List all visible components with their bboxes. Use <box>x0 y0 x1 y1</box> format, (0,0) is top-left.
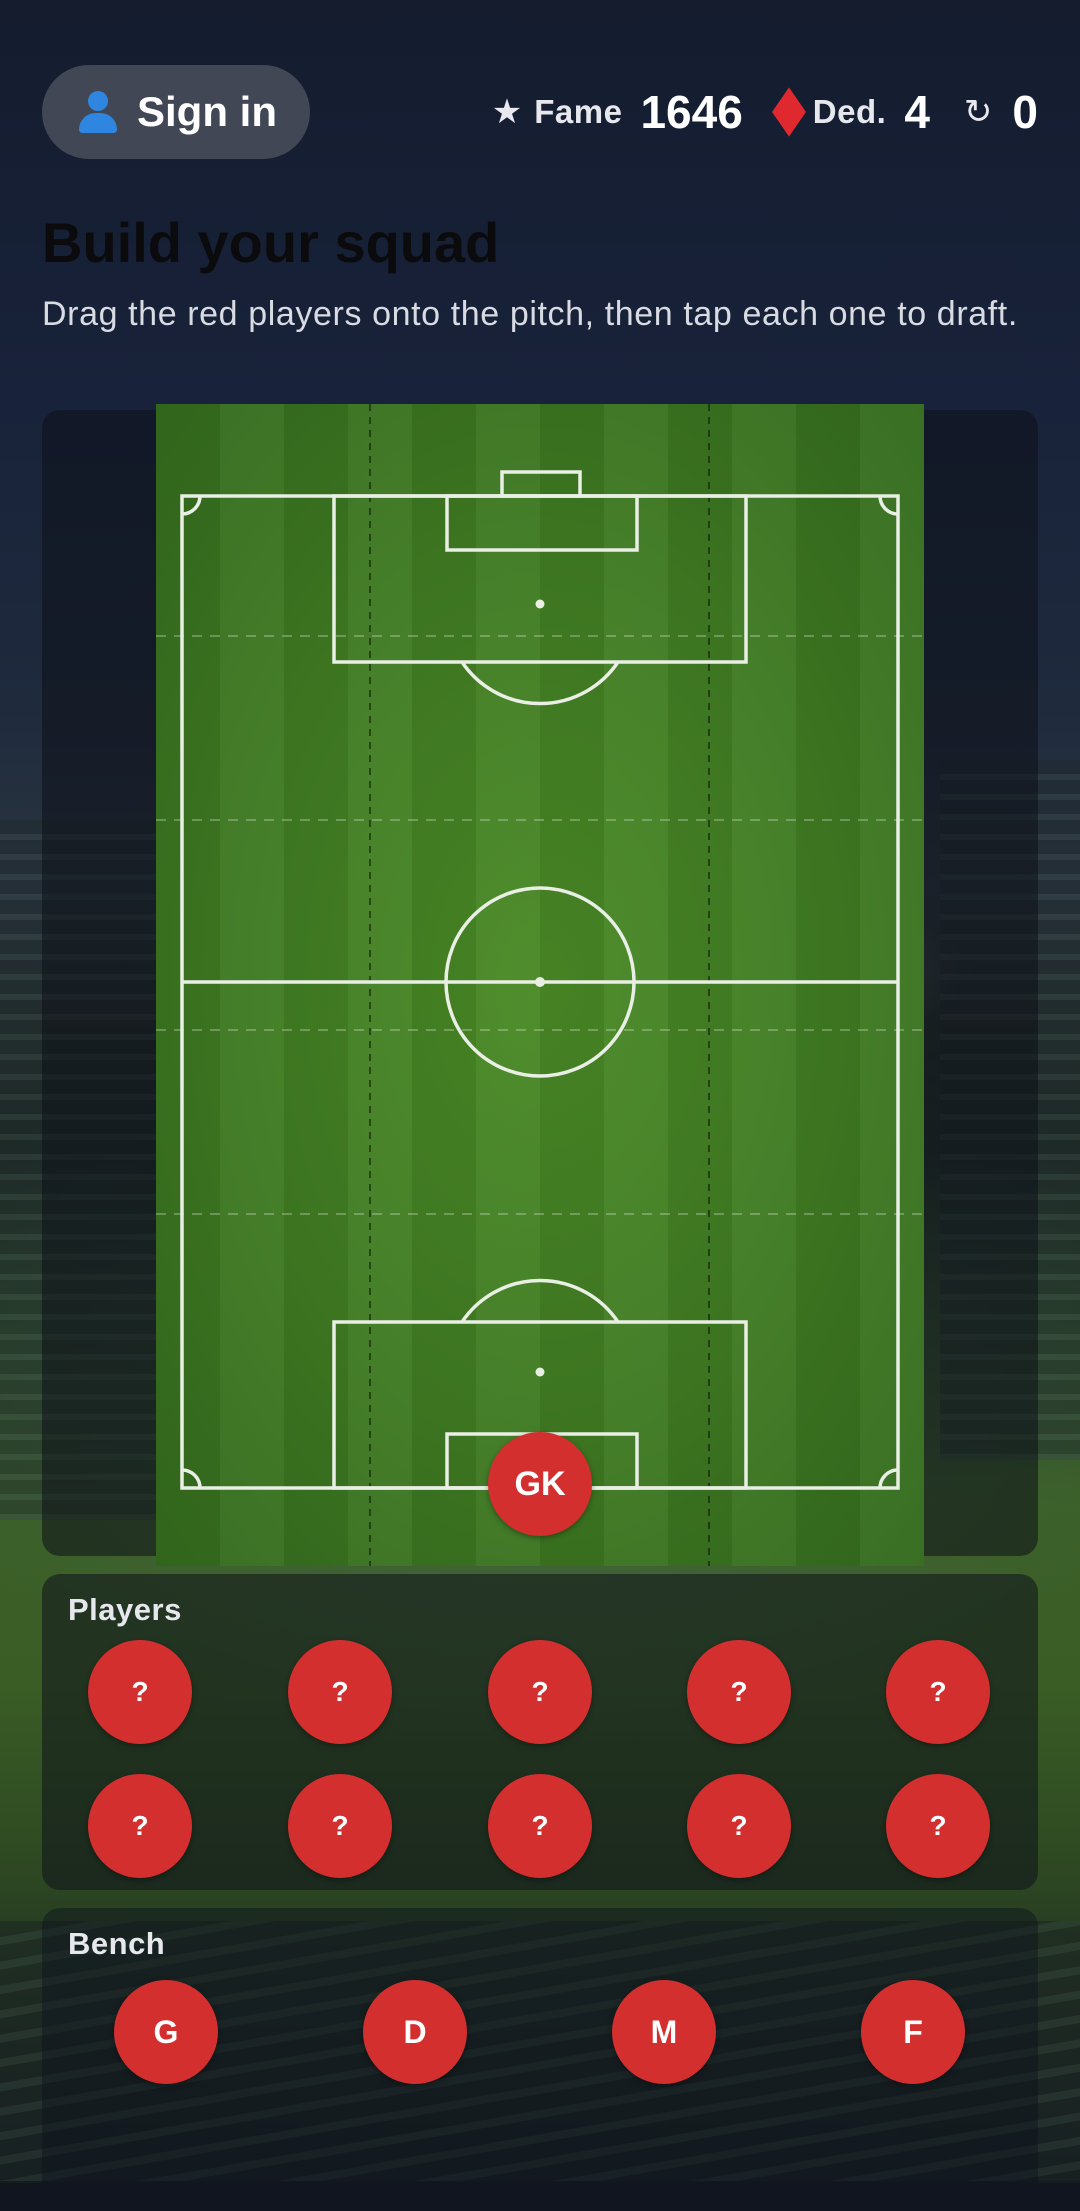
player-slot[interactable]: ? <box>687 1774 791 1878</box>
fame-value: 1646 <box>640 86 743 138</box>
football-pitch[interactable] <box>156 404 924 1566</box>
dedication-label: Ded. <box>812 93 887 130</box>
player-slot[interactable]: ? <box>488 1640 592 1744</box>
bottom-bar <box>0 2183 1080 2211</box>
user-icon <box>75 89 121 135</box>
player-slot[interactable]: ? <box>88 1774 192 1878</box>
sign-in-button[interactable]: Sign in <box>42 65 310 159</box>
player-slot[interactable]: ? <box>88 1640 192 1744</box>
sign-in-label: Sign in <box>137 88 277 135</box>
bench-slot-forward[interactable]: F <box>861 1980 965 2084</box>
player-slot[interactable]: ? <box>886 1640 990 1744</box>
page-title: Build your squad <box>42 211 500 274</box>
player-slot[interactable]: ? <box>687 1640 791 1744</box>
dedication-value: 4 <box>904 86 930 138</box>
fame-label: Fame <box>534 93 623 130</box>
bench-slot-goalkeeper[interactable]: G <box>114 1980 218 2084</box>
star-icon: ★ <box>491 93 523 131</box>
player-slot[interactable]: ? <box>488 1774 592 1878</box>
bench-slot-midfielder[interactable]: M <box>612 1980 716 2084</box>
fame-stat: ★ Fame 1646 <box>492 85 743 139</box>
bench-panel-title: Bench <box>68 1926 166 1961</box>
page-subtitle: Drag the red players onto the pitch, the… <box>42 295 1018 333</box>
bench-slot-defender[interactable]: D <box>363 1980 467 2084</box>
player-slot[interactable]: ? <box>288 1640 392 1744</box>
refresh-value: 0 <box>1012 86 1038 138</box>
refresh-stat[interactable]: ↻ 0 <box>964 85 1038 139</box>
players-panel-title: Players <box>68 1592 182 1627</box>
refresh-icon[interactable]: ↻ <box>964 92 993 132</box>
dedication-stat: Ded. 4 <box>777 85 930 139</box>
pitch-markings <box>156 404 924 1566</box>
diamond-icon <box>777 94 801 130</box>
player-slot[interactable]: ? <box>288 1774 392 1878</box>
player-slot[interactable]: ? <box>886 1774 990 1878</box>
goalkeeper-token[interactable]: GK <box>488 1432 592 1536</box>
stats-bar: ★ Fame 1646 Ded. 4 ↻ 0 <box>492 80 1038 144</box>
